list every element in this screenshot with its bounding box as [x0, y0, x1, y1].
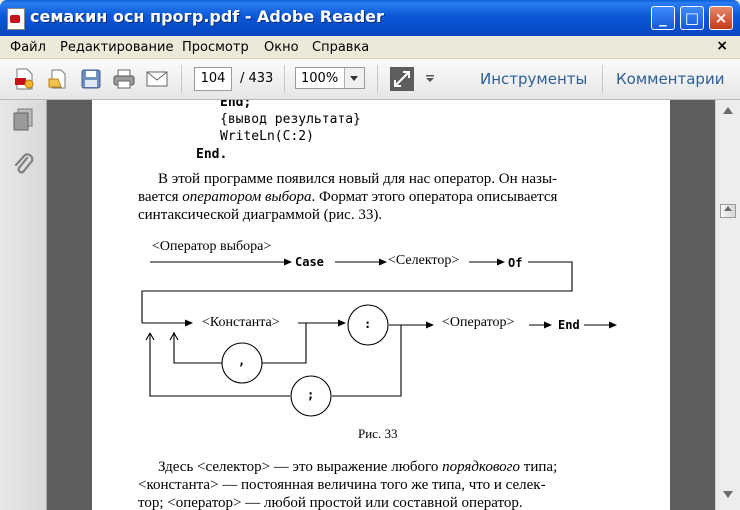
title-bar: семакин осн прогр.pdf - Adobe Reader _ □…	[0, 0, 740, 36]
toolbar-separator	[602, 65, 603, 93]
vertical-scrollbar[interactable]	[715, 100, 740, 510]
diagram-symbol: :	[364, 317, 372, 331]
save-icon[interactable]	[79, 67, 103, 91]
zoom-dropdown-arrow-icon[interactable]	[344, 68, 364, 88]
page-number-input[interactable]: 104	[194, 67, 232, 91]
diagram-symbol: ,	[238, 354, 246, 368]
create-pdf-icon[interactable]	[12, 67, 36, 91]
scroll-down-arrow-icon[interactable]	[720, 488, 736, 502]
diagram-label: <Константа>	[202, 315, 280, 330]
toolbar-separator	[181, 65, 182, 93]
zoom-value: 100%	[301, 71, 339, 86]
figure-caption: Рис. 33	[358, 426, 398, 441]
close-document-button[interactable]: ×	[716, 38, 728, 54]
toolbar: 104 / 433 100% Инструменты Комментарии	[0, 59, 740, 100]
paragraph-line: <константа> — постоянная величина того ж…	[138, 477, 546, 493]
diagram-label: <Оператор выбора>	[152, 239, 272, 254]
fit-page-icon[interactable]	[389, 66, 415, 92]
tools-button[interactable]: Инструменты	[480, 70, 587, 88]
maximize-button[interactable]: □	[680, 6, 704, 30]
menu-help[interactable]: Справка	[312, 40, 369, 55]
scroll-up-arrow-icon[interactable]	[720, 104, 736, 118]
close-button[interactable]: ×	[709, 6, 733, 30]
paragraph-line: тор; <оператор> — любой простой или сост…	[138, 495, 523, 510]
pdf-page: End; {вывод результата} WriteLn(C:2) End…	[92, 100, 670, 510]
diagram-keyword: Of	[508, 256, 523, 270]
diagram-label: <Селектор>	[388, 253, 460, 268]
menu-window[interactable]: Окно	[264, 40, 299, 55]
minimize-button[interactable]: _	[651, 6, 675, 30]
document-view[interactable]: End; {вывод результата} WriteLn(C:2) End…	[47, 100, 715, 510]
pdf-file-icon	[7, 8, 25, 30]
diagram-keyword: End	[558, 318, 580, 332]
scrollbar-thumb[interactable]	[720, 204, 736, 218]
attachments-paperclip-icon[interactable]	[12, 152, 34, 176]
menu-edit[interactable]: Редактирование	[60, 40, 173, 55]
diagram-label: <Оператор>	[442, 315, 515, 330]
open-file-icon[interactable]	[46, 67, 70, 91]
diagram-symbol: ;	[307, 388, 315, 402]
diagram-keyword: Case	[295, 255, 324, 269]
window-title: семакин осн прогр.pdf - Adobe Reader	[30, 7, 384, 26]
page-total: / 433	[240, 71, 274, 86]
paragraph-line: Здесь <селектор> — это выражение любого …	[158, 459, 558, 475]
comments-button[interactable]: Комментарии	[616, 70, 724, 88]
menu-file[interactable]: Файл	[10, 40, 46, 55]
print-icon[interactable]	[112, 67, 136, 91]
pages-icon[interactable]	[12, 108, 34, 132]
toolbar-separator	[377, 65, 378, 93]
zoom-select[interactable]: 100%	[295, 67, 365, 89]
navigation-pane	[0, 100, 47, 510]
toolbar-separator	[284, 65, 285, 93]
menu-view[interactable]: Просмотр	[182, 40, 249, 55]
menu-bar: Файл Редактирование Просмотр Окно Справк…	[0, 36, 740, 59]
toolbar-options-icon[interactable]	[425, 74, 435, 84]
email-icon[interactable]	[145, 67, 169, 91]
syntax-diagram	[141, 258, 617, 417]
